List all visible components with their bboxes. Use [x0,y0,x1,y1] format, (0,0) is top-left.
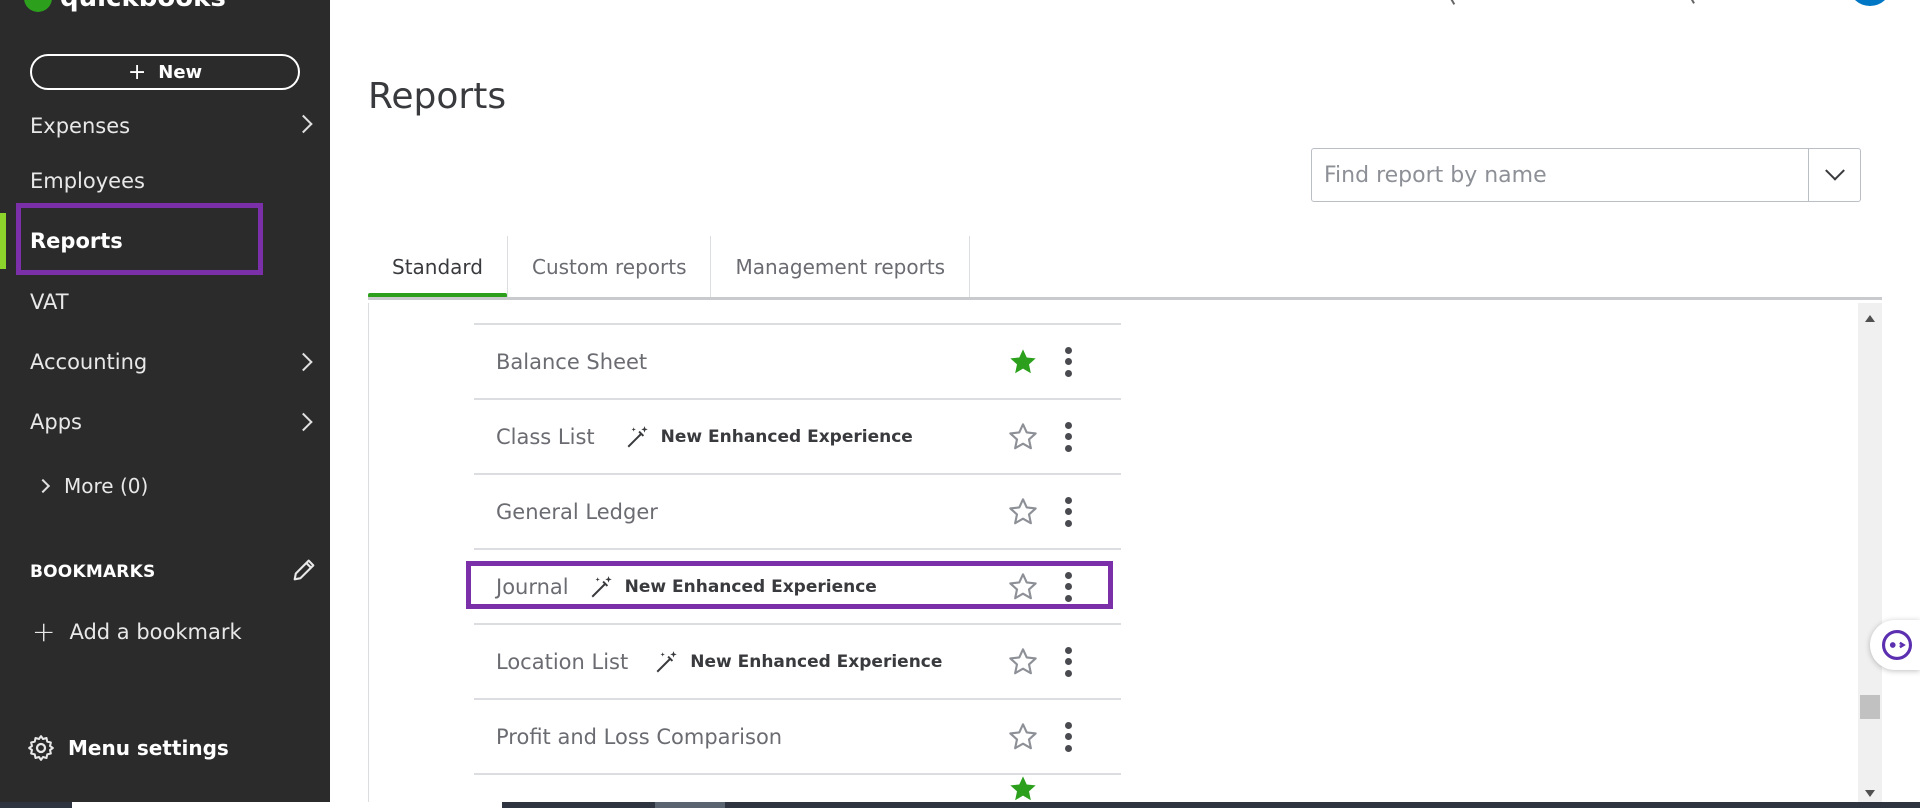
search-dropdown-button[interactable] [1808,149,1860,201]
highlight-box [16,203,263,275]
page-title: Reports [368,76,507,117]
report-name[interactable]: General Ledger [496,500,658,524]
sidebar-item-label: VAT [30,290,69,314]
star-outline-icon[interactable] [1007,421,1039,453]
more-vertical-icon[interactable] [1062,646,1074,677]
chevron-right-icon [294,352,313,372]
enhanced-label: New Enhanced Experience [690,651,943,672]
star-outline-icon[interactable] [1007,721,1039,753]
sidebar-item-label: Employees [30,169,145,193]
plus-icon: + [127,59,147,85]
report-row-class-list[interactable]: Class List New Enhanced Experience [474,398,1121,473]
report-name[interactable]: Location List [496,650,628,674]
sidebar-more[interactable]: More (0) [35,470,149,502]
report-row-location-list[interactable]: Location List New Enhanced Experience [474,623,1121,698]
sidebar-item-label: Apps [30,410,82,434]
bookmarks-heading: BOOKMARKS [30,562,156,582]
star-outline-icon[interactable] [1007,571,1039,603]
scroll-thumb[interactable] [1860,695,1880,719]
taskbar-strip [0,802,1920,808]
sidebar-item-accounting[interactable]: Accounting [0,334,330,390]
more-vertical-icon[interactable] [1062,571,1074,602]
add-bookmark-label: Add a bookmark [69,620,242,644]
assistant-icon [1881,629,1913,661]
report-search [1311,148,1861,202]
chevron-right-icon [294,114,313,134]
scroll-down-arrow-icon[interactable] [1865,790,1875,797]
sidebar-item-employees[interactable]: Employees [0,153,330,209]
assistant-button[interactable] [1870,620,1920,670]
report-row-profit-and-loss-comparison[interactable]: Profit and Loss Comparison [474,698,1121,773]
chevron-right-icon [294,412,313,432]
sidebar-item-vat[interactable]: VAT [0,274,330,330]
tab-standard[interactable]: Standard [368,236,508,298]
report-name[interactable]: Class List [496,425,595,449]
new-button[interactable]: + New [30,54,300,90]
menu-settings-button[interactable]: Menu settings [26,733,229,763]
sidebar-item-label: Accounting [30,350,148,374]
search-input[interactable] [1312,149,1808,201]
report-tabs: Standard Custom reports Management repor… [368,236,971,298]
new-button-label: New [158,61,203,83]
plus-icon: + [32,615,56,648]
main-content: Reports Standard Custom reports Manageme… [330,0,1920,808]
pencil-icon[interactable] [290,556,318,584]
more-vertical-icon[interactable] [1062,421,1074,452]
taskbar-segment [655,802,725,808]
top-partial-icon[interactable] [1688,0,1702,4]
magic-wand-icon [591,575,612,597]
enhanced-label: New Enhanced Experience [660,426,913,447]
magic-wand-icon [627,425,648,447]
report-name[interactable]: Balance Sheet [496,350,647,374]
gear-icon [28,735,54,761]
more-label: More (0) [64,474,149,498]
more-vertical-icon[interactable] [1062,496,1074,527]
chevron-right-icon [35,478,51,494]
scrollbar[interactable] [1858,303,1882,803]
menu-settings-label: Menu settings [68,736,229,760]
report-row-general-ledger[interactable]: General Ledger [474,473,1121,548]
report-name[interactable]: Profit and Loss Comparison [496,725,782,749]
quickbooks-logo-icon [24,0,52,12]
report-row-balance-sheet[interactable]: Balance Sheet [474,323,1121,398]
star-outline-icon[interactable] [1007,496,1039,528]
enhanced-badge: New Enhanced Experience [589,574,877,600]
left-sidebar: quickbooks + New Expenses Employees Repo… [0,0,330,808]
more-vertical-icon[interactable] [1062,346,1074,377]
sidebar-item-expenses[interactable]: Expenses [0,110,330,150]
sidebar-item-label: Expenses [30,114,131,138]
add-bookmark-link[interactable]: + Add a bookmark [32,618,242,646]
scroll-up-arrow-icon[interactable] [1865,315,1875,322]
enhanced-badge: New Enhanced Experience [625,424,913,450]
tab-management-reports[interactable]: Management reports [711,236,971,298]
quickbooks-logo[interactable]: quickbooks [24,0,226,13]
star-filled-icon[interactable] [1007,773,1039,805]
report-row-journal[interactable]: Journal New Enhanced Experience [474,548,1121,623]
report-list: Balance Sheet Class List New Enhanced Ex… [368,303,1868,808]
enhanced-badge: New Enhanced Experience [654,649,942,675]
chevron-down-icon [1824,160,1845,181]
sidebar-item-apps[interactable]: Apps [0,394,330,450]
tab-custom-reports[interactable]: Custom reports [508,236,712,298]
tab-divider [368,297,1882,300]
magic-wand-icon [656,650,677,672]
taskbar-segment [72,802,502,808]
star-outline-icon[interactable] [1007,646,1039,678]
avatar[interactable] [1850,0,1890,6]
logo-text: quickbooks [60,0,226,13]
more-vertical-icon[interactable] [1062,721,1074,752]
star-filled-icon[interactable] [1007,346,1039,378]
enhanced-label: New Enhanced Experience [624,576,877,597]
top-partial-icon[interactable] [1448,0,1466,5]
report-name[interactable]: Journal [496,575,569,599]
